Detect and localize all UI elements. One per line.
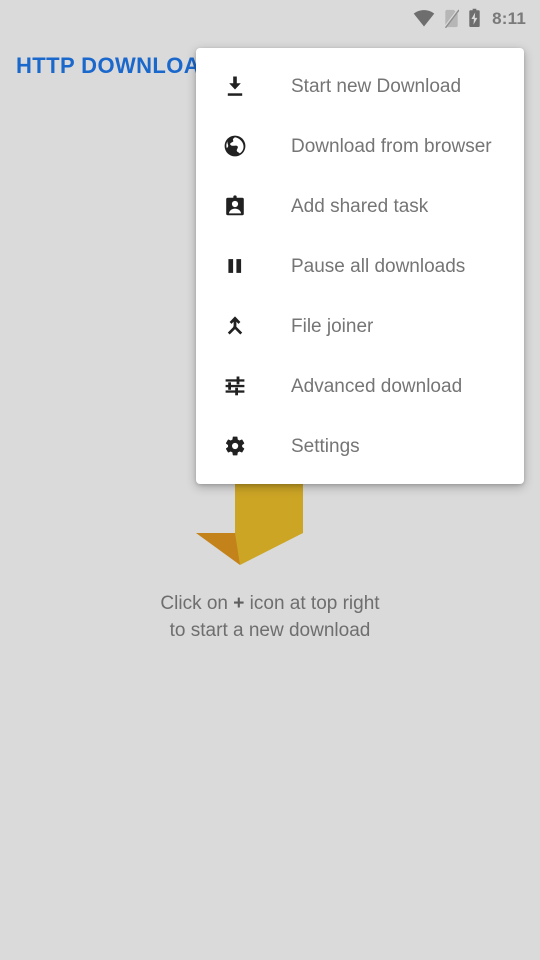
menu-item-advanced-download[interactable]: Advanced download — [196, 356, 524, 416]
menu-item-label: Settings — [291, 435, 360, 457]
overflow-menu[interactable]: Start new Download Download from browser… — [196, 48, 524, 484]
contact-badge-icon — [222, 193, 248, 219]
hint-line1-after: icon at top right — [244, 593, 380, 614]
menu-item-add-shared-task[interactable]: Add shared task — [196, 176, 524, 236]
download-icon — [222, 73, 248, 99]
menu-item-label: Add shared task — [291, 195, 429, 217]
gear-icon — [222, 433, 248, 459]
menu-item-pause-all-downloads[interactable]: Pause all downloads — [196, 236, 524, 296]
no-sim-icon — [444, 8, 460, 28]
menu-item-download-from-browser[interactable]: Download from browser — [196, 116, 524, 176]
tune-sliders-icon — [222, 373, 248, 399]
status-bar-clock: 8:11 — [492, 8, 526, 28]
menu-item-settings[interactable]: Settings — [196, 416, 524, 476]
hint-line-1: Click on + icon at top right — [0, 590, 540, 617]
menu-item-label: Download from browser — [291, 135, 492, 157]
menu-item-start-new-download[interactable]: Start new Download — [196, 56, 524, 116]
globe-icon — [222, 133, 248, 159]
hint-line1-before: Click on — [160, 593, 234, 614]
menu-item-label: Advanced download — [291, 375, 463, 397]
menu-item-file-joiner[interactable]: File joiner — [196, 296, 524, 356]
empty-state-hint: Click on + icon at top right to start a … — [0, 590, 540, 644]
plus-glyph: + — [233, 593, 245, 614]
menu-item-label: Pause all downloads — [291, 255, 466, 277]
wifi-icon — [413, 9, 435, 27]
hint-line-2: to start a new download — [169, 620, 371, 641]
merge-icon — [222, 313, 248, 339]
menu-item-label: File joiner — [291, 315, 374, 337]
menu-item-label: Start new Download — [291, 75, 462, 97]
pause-icon — [222, 253, 248, 279]
status-bar: 8:11 — [0, 0, 540, 36]
battery-charging-icon — [468, 8, 481, 28]
